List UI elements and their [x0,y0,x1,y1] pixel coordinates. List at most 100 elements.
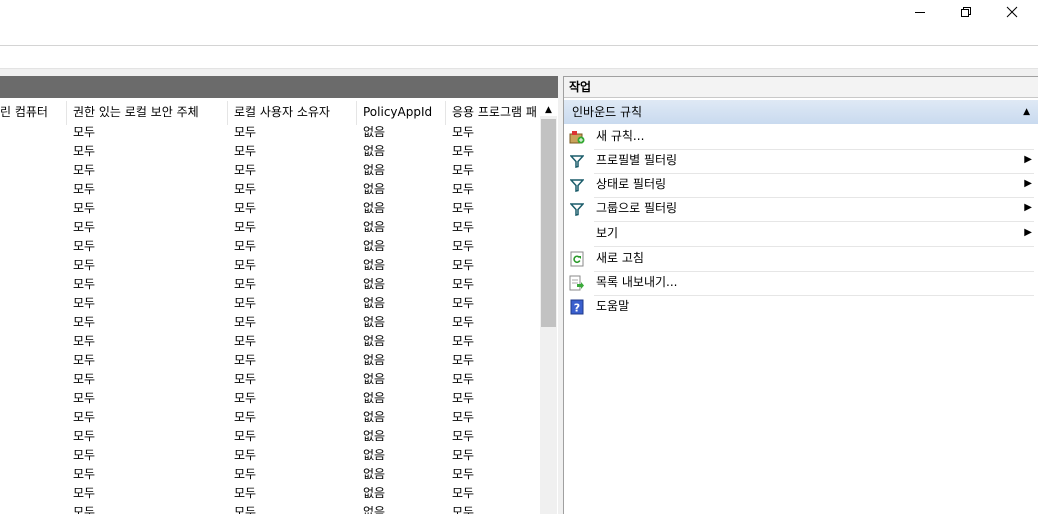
table-cell: 모두 [73,372,96,386]
table-cell: 모두 [452,429,475,443]
table-cell: 모두 [452,144,475,158]
table-cell: 없음 [363,182,386,196]
table-cell: 모두 [452,372,475,386]
menu-bar [0,46,1038,68]
action-filter-profile[interactable]: 프로필별 필터링 ▶ [564,149,1034,173]
action-refresh[interactable]: 새로 고침 [564,247,1034,271]
table-cell: 없음 [363,505,386,514]
table-cell: 모두 [73,448,96,462]
table-cell: 없음 [363,353,386,367]
table-cell: 없음 [363,125,386,139]
table-cell: 모두 [234,486,257,500]
restore-icon [961,7,971,17]
action-filter-state[interactable]: 상태로 필터링 ▶ [564,173,1034,197]
collapse-icon[interactable]: ▲ [1023,100,1030,124]
table-cell: 모두 [73,277,96,291]
table-cell: 모두 [452,258,475,272]
filter-icon [569,201,585,217]
table-cell: 모두 [73,353,96,367]
table-cell: 모두 [452,505,475,514]
table-cell: 모두 [234,144,257,158]
column-header-remote-computer[interactable]: 린 컴퓨터 [0,101,67,125]
table-cell: 모두 [234,410,257,424]
table-cell: 모두 [73,334,96,348]
table-cell: 모두 [73,220,96,234]
action-filter-group[interactable]: 그룹으로 필터링 ▶ [564,197,1034,221]
table-cell: 모두 [452,220,475,234]
section-title: 인바운드 규칙 [572,105,643,119]
title-bar [0,0,1038,45]
table-cell: 모두 [73,505,96,514]
column-header-local-user-owner[interactable]: 로컬 사용자 소유자 [228,101,357,125]
column-header-policy-app-id[interactable]: PolicyAppId [357,101,446,125]
table-cell: 없음 [363,467,386,481]
table-cell: 모두 [73,201,96,215]
minimize-button[interactable] [897,0,943,24]
table-cell: 모두 [234,448,257,462]
table-cell: 모두 [452,410,475,424]
table-cell: 모두 [452,334,475,348]
table-cell: 없음 [363,239,386,253]
refresh-icon [569,251,585,267]
table-cell: 모두 [452,391,475,405]
table-cell: 모두 [234,334,257,348]
table-cell: 모두 [73,125,96,139]
action-view[interactable]: 보기 ▶ [564,222,1034,246]
svg-text:?: ? [574,302,580,315]
submenu-arrow-icon: ▶ [1024,154,1032,165]
restore-button[interactable] [943,0,989,24]
table-cell: 없음 [363,163,386,177]
table-cell: 모두 [234,315,257,329]
action-label: 목록 내보내기... [596,275,678,289]
table-cell: 없음 [363,486,386,500]
action-help[interactable]: ? 도움말 [564,295,1034,319]
table-cell: 모두 [73,182,96,196]
table-cell: 모두 [452,125,475,139]
scroll-up-icon: ▲ [545,105,552,115]
export-icon [569,275,585,291]
table-cell: 모두 [452,239,475,253]
action-label: 상태로 필터링 [596,177,667,191]
table-cell: 모두 [452,277,475,291]
scrollbar-thumb[interactable] [541,119,556,327]
table-cell: 없음 [363,144,386,158]
vertical-scrollbar[interactable] [540,116,557,514]
minimize-icon [915,12,925,13]
table-cell: 모두 [234,353,257,367]
submenu-arrow-icon: ▶ [1024,227,1032,238]
column-header-authorized-principal[interactable]: 권한 있는 로컬 보안 주체 [67,101,228,125]
table-cell: 없음 [363,201,386,215]
new-rule-icon [569,129,585,145]
action-label: 도움말 [596,299,630,313]
table-cell: 없음 [363,429,386,443]
action-new-rule[interactable]: 새 규칙... [564,125,1034,149]
table-cell: 모두 [234,467,257,481]
table-cell: 모두 [234,163,257,177]
table-cell: 없음 [363,372,386,386]
submenu-arrow-icon: ▶ [1024,178,1032,189]
section-header-inbound-rules[interactable]: 인바운드 규칙 ▲ [564,100,1038,124]
column-header-application-package[interactable]: 응용 프로그램 패 [446,101,540,125]
table-cell: 모두 [234,429,257,443]
table-cell: 모두 [234,296,257,310]
action-label: 새로 고침 [596,251,644,265]
action-export-list[interactable]: 목록 내보내기... [564,271,1034,295]
table-cell: 모두 [73,239,96,253]
filter-icon [569,153,585,169]
table-cell: 없음 [363,448,386,462]
close-button[interactable] [989,0,1035,24]
table-cell: 모두 [234,201,257,215]
pane-header-bar [0,76,558,98]
actions-pane: 작업 인바운드 규칙 ▲ 새 규칙... 프로필별 필터링 ▶ 상태로 필터링 … [563,76,1038,514]
table-cell: 모두 [234,372,257,386]
table-cell: 모두 [452,467,475,481]
table-cell: 모두 [73,296,96,310]
table-cell: 모두 [452,163,475,177]
table-cell: 모두 [234,182,257,196]
table-cell: 모두 [452,315,475,329]
rules-table-pane: 린 컴퓨터 권한 있는 로컬 보안 주체 로컬 사용자 소유자 PolicyAp… [0,76,558,514]
action-label: 그룹으로 필터링 [596,201,678,215]
table-cell: 모두 [73,410,96,424]
table-cell: 모두 [234,258,257,272]
table-cell: 모두 [73,163,96,177]
